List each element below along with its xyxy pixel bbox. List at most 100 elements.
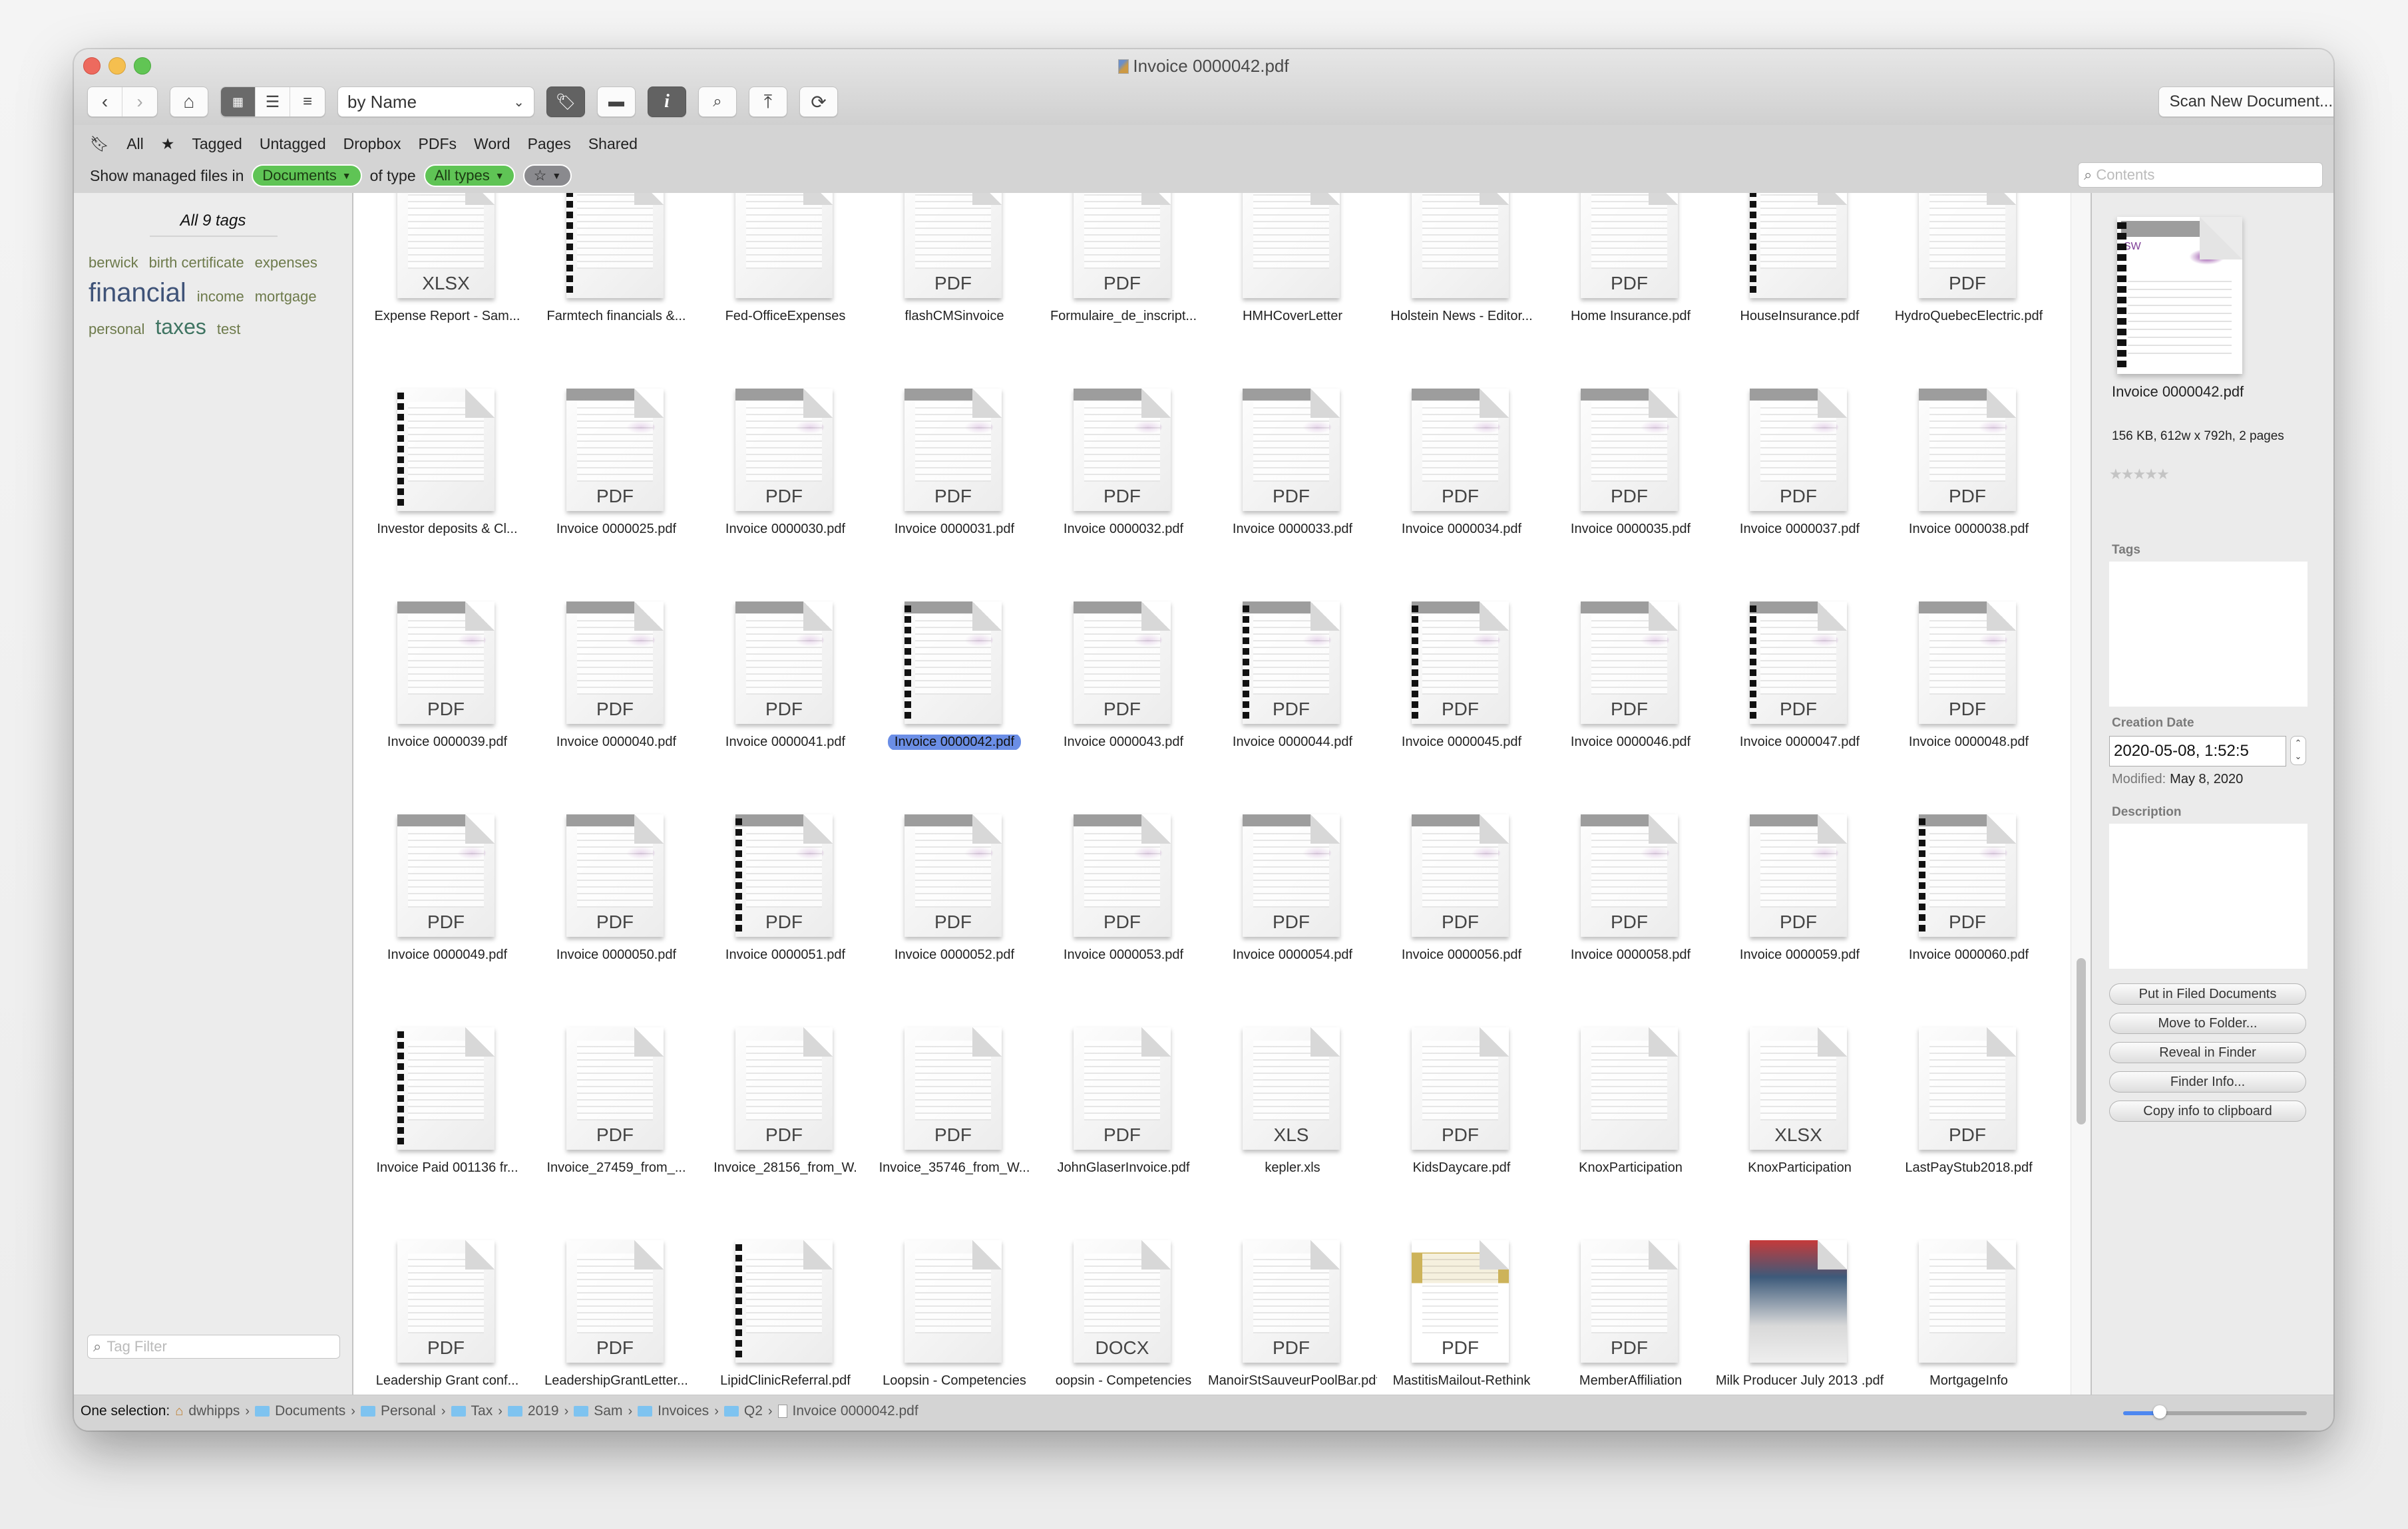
- file-thumbnail[interactable]: PDF: [1581, 389, 1678, 511]
- file-thumbnail[interactable]: PDF: [1074, 601, 1171, 724]
- tag-financial[interactable]: financial: [89, 279, 186, 307]
- home-button[interactable]: ⌂: [170, 86, 208, 117]
- description-field[interactable]: [2109, 824, 2308, 969]
- file-thumbnail[interactable]: PDF: [1750, 601, 1847, 724]
- bookmark-word[interactable]: Word: [474, 135, 510, 153]
- copy-info-button[interactable]: Copy info to clipboard: [2109, 1101, 2306, 1122]
- file-item[interactable]: Milk Producer July 2013 .pdf: [1715, 1211, 1884, 1395]
- file-thumbnail[interactable]: PDF: [1412, 1240, 1509, 1363]
- file-item[interactable]: PDF Invoice 0000059.pdf: [1715, 785, 1884, 998]
- file-thumbnail[interactable]: PDF: [566, 389, 664, 511]
- file-thumbnail[interactable]: [397, 1027, 495, 1150]
- forward-button[interactable]: ›: [122, 87, 157, 116]
- file-item[interactable]: XLSX KnoxParticipation: [1715, 998, 1884, 1211]
- file-thumbnail[interactable]: XLSX: [397, 193, 495, 298]
- path-segment[interactable]: Sam: [594, 1403, 622, 1419]
- file-item[interactable]: XLS kepler.xls: [1208, 998, 1377, 1211]
- star-icon[interactable]: ★: [2121, 466, 2134, 482]
- tags-field[interactable]: [2109, 562, 2308, 707]
- bookmark-pdfs[interactable]: PDFs: [419, 135, 457, 153]
- creation-date-field[interactable]: 2020-05-08, 1:52:5: [2109, 736, 2286, 766]
- file-thumbnail[interactable]: PDF: [1074, 814, 1171, 937]
- file-item[interactable]: PDF Leadership Grant conf...: [363, 1211, 532, 1395]
- back-button[interactable]: ‹: [88, 87, 122, 116]
- file-item[interactable]: PDF Home Insurance.pdf: [1546, 193, 1715, 359]
- file-thumbnail[interactable]: PDF: [1243, 814, 1340, 937]
- star-icon[interactable]: ★: [2132, 466, 2146, 482]
- folder-button[interactable]: ▬: [597, 86, 636, 117]
- file-item[interactable]: PDF Formulaire_de_inscript...: [1039, 193, 1208, 359]
- file-thumbnail[interactable]: PDF: [1919, 193, 2016, 298]
- reveal-in-finder-button[interactable]: Reveal in Finder: [2109, 1042, 2306, 1063]
- tag-test[interactable]: test: [217, 315, 240, 343]
- file-item[interactable]: PDF MastitisMailout-Rethink: [1377, 1211, 1546, 1395]
- file-item[interactable]: PDF KidsDaycare.pdf: [1377, 998, 1546, 1211]
- file-item[interactable]: PDF Invoice 0000044.pdf: [1208, 572, 1377, 785]
- star-icon[interactable]: ★: [2109, 466, 2122, 482]
- file-item[interactable]: PDF Invoice 0000052.pdf: [870, 785, 1039, 998]
- file-item[interactable]: PDF Invoice 0000043.pdf: [1039, 572, 1208, 785]
- file-thumbnail[interactable]: PDF: [1750, 814, 1847, 937]
- file-item[interactable]: PDF Invoice 0000045.pdf: [1377, 572, 1546, 785]
- file-thumbnail[interactable]: PDF: [566, 1240, 664, 1363]
- file-thumbnail[interactable]: PDF: [735, 1027, 833, 1150]
- location-dropdown[interactable]: Documents ▼: [252, 164, 362, 187]
- tag-berwick[interactable]: berwick: [89, 249, 138, 277]
- file-thumbnail[interactable]: PDF: [1581, 814, 1678, 937]
- path-segment[interactable]: dwhipps: [188, 1403, 240, 1419]
- file-item[interactable]: PDF Invoice_35746_from_W...: [870, 998, 1039, 1211]
- bookmark-all[interactable]: All: [126, 135, 144, 153]
- file-thumbnail[interactable]: [1750, 193, 1847, 298]
- file-item[interactable]: PDF Invoice 0000053.pdf: [1039, 785, 1208, 998]
- file-thumbnail[interactable]: PDF: [1919, 601, 2016, 724]
- file-thumbnail[interactable]: PDF: [1074, 389, 1171, 511]
- file-thumbnail[interactable]: PDF: [397, 814, 495, 937]
- path-segment[interactable]: Invoices: [658, 1403, 709, 1419]
- star-icon[interactable]: ★: [2144, 466, 2158, 482]
- file-thumbnail[interactable]: [904, 601, 1002, 724]
- file-item[interactable]: PDF Invoice_27459_from_...: [532, 998, 701, 1211]
- file-thumbnail[interactable]: PDF: [1412, 814, 1509, 937]
- file-item[interactable]: Investor deposits & Cl...: [363, 359, 532, 572]
- file-thumbnail[interactable]: PDF: [1581, 601, 1678, 724]
- file-item[interactable]: PDF LeadershipGrantLetter...: [532, 1211, 701, 1395]
- tag-taxes[interactable]: taxes: [155, 313, 206, 341]
- path-segment[interactable]: Documents: [275, 1403, 345, 1419]
- file-item[interactable]: PDF Invoice 0000048.pdf: [1884, 572, 2053, 785]
- file-item[interactable]: PDF Invoice 0000050.pdf: [532, 785, 701, 998]
- file-thumbnail[interactable]: PDF: [1412, 389, 1509, 511]
- file-item[interactable]: PDF Invoice 0000039.pdf: [363, 572, 532, 785]
- path-segment[interactable]: Q2: [744, 1403, 763, 1419]
- star-filter-dropdown[interactable]: ☆ ▼: [522, 164, 572, 187]
- file-thumbnail[interactable]: XLS: [1243, 1027, 1340, 1150]
- file-thumbnail[interactable]: PDF: [1243, 601, 1340, 724]
- search-button[interactable]: ⌕: [698, 86, 737, 117]
- date-stepper[interactable]: ⌃ ⌄: [2290, 736, 2306, 765]
- info-button[interactable]: i: [648, 86, 686, 117]
- file-thumbnail[interactable]: PDF: [397, 601, 495, 724]
- file-item[interactable]: PDF Invoice 0000051.pdf: [701, 785, 870, 998]
- scan-new-document-button[interactable]: Scan New Document...: [2158, 86, 2333, 117]
- file-thumbnail[interactable]: [1412, 193, 1509, 298]
- file-item[interactable]: XLSX Expense Report - Sam...: [363, 193, 532, 359]
- path-segment[interactable]: Invoice 0000042.pdf: [793, 1403, 918, 1419]
- thumbnail-size-slider[interactable]: [2123, 1405, 2307, 1419]
- star-rating[interactable]: ★★★★★: [2109, 466, 2170, 483]
- file-thumbnail[interactable]: [735, 1240, 833, 1363]
- stepper-down-icon[interactable]: ⌄: [2295, 751, 2302, 761]
- file-item[interactable]: HMHCoverLetter: [1208, 193, 1377, 359]
- file-thumbnail[interactable]: PDF: [1919, 814, 2016, 937]
- file-item[interactable]: PDF Invoice 0000035.pdf: [1546, 359, 1715, 572]
- bookmark-tagged[interactable]: Tagged: [192, 135, 242, 153]
- file-thumbnail[interactable]: PDF: [1750, 389, 1847, 511]
- file-thumbnail[interactable]: PDF: [566, 1027, 664, 1150]
- contents-search-input[interactable]: ⌕ Contents: [2078, 162, 2323, 188]
- file-item[interactable]: PDF LastPayStub2018.pdf: [1884, 998, 2053, 1211]
- file-item[interactable]: KnoxParticipation: [1546, 998, 1715, 1211]
- file-item[interactable]: PDF Invoice 0000041.pdf: [701, 572, 870, 785]
- file-item[interactable]: Holstein News - Editor...: [1377, 193, 1546, 359]
- tags-button[interactable]: 🏷: [546, 86, 585, 117]
- file-item[interactable]: PDF Invoice 0000032.pdf: [1039, 359, 1208, 572]
- file-item[interactable]: PDF Invoice 0000031.pdf: [870, 359, 1039, 572]
- file-thumbnail[interactable]: PDF: [1412, 601, 1509, 724]
